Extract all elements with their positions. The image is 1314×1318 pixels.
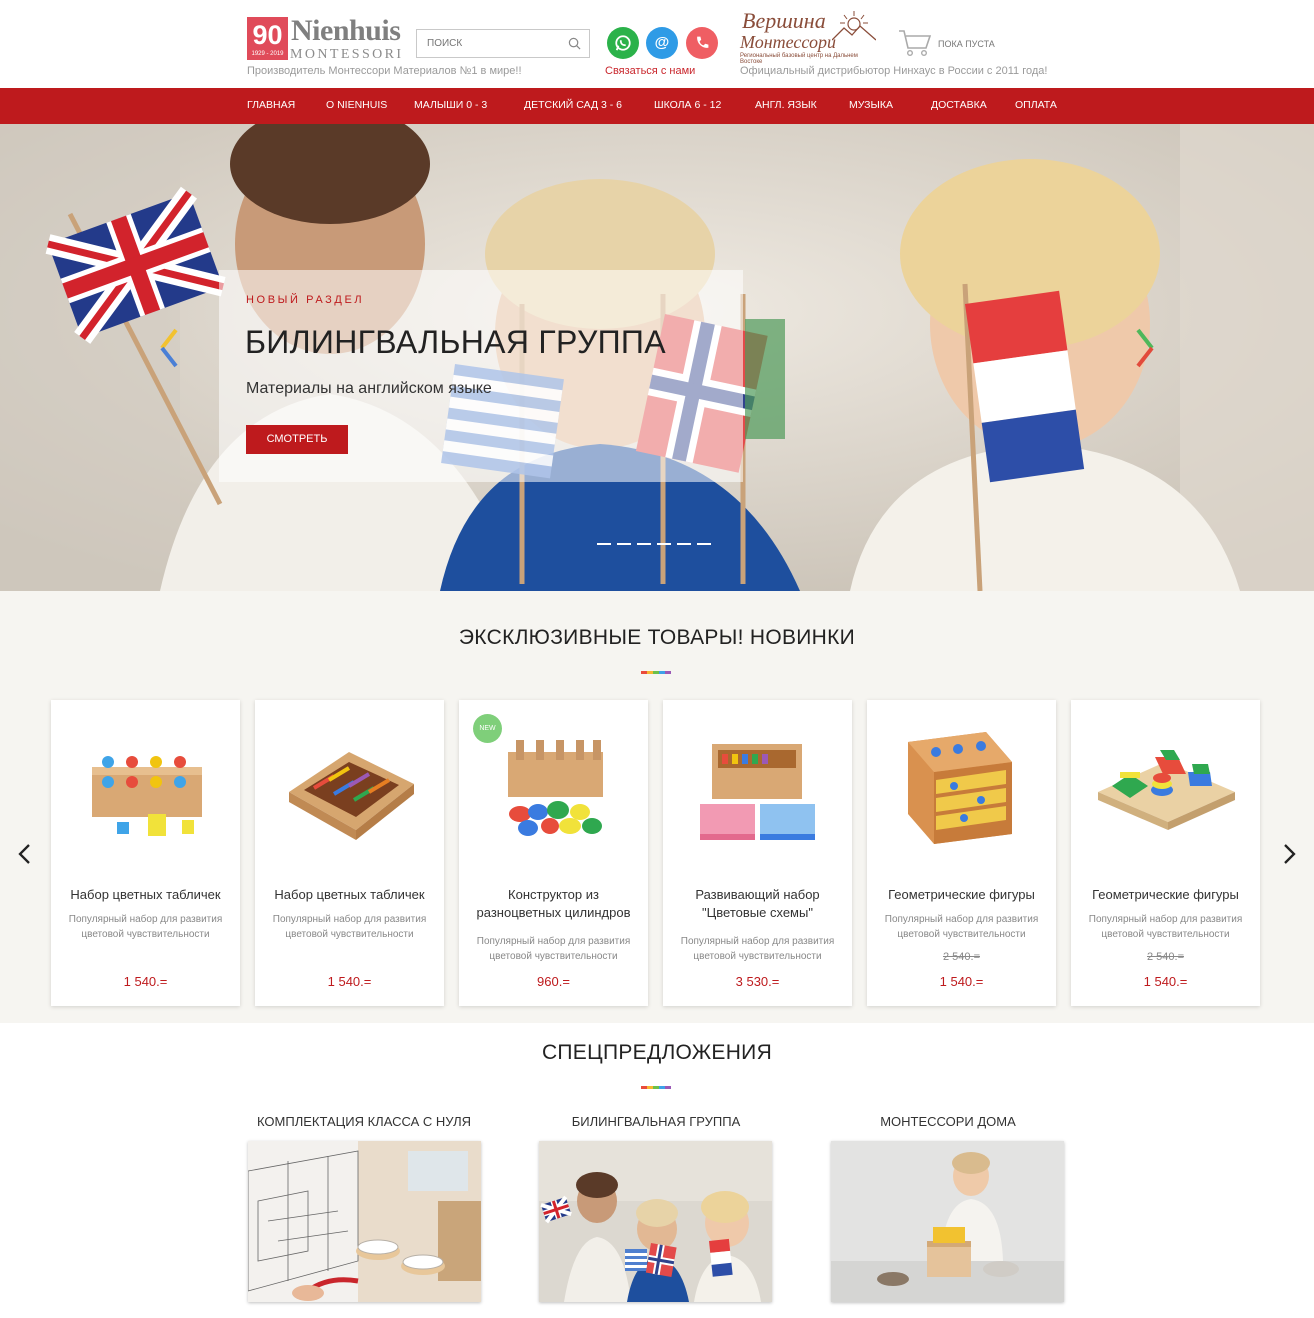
hero-view-button[interactable]: СМОТРЕТЬ xyxy=(246,425,348,454)
product-name[interactable]: Набор цветных табличек xyxy=(261,886,438,904)
partner-logo-line3: Региональный базовый центр на Дальнем Во… xyxy=(740,53,858,65)
classroom-sketch-image xyxy=(248,1141,481,1302)
product-price: 1 540.= xyxy=(1143,974,1188,989)
hero-title: БИЛИНГВАЛЬНАЯ ГРУППА xyxy=(245,324,666,360)
nav-item-english[interactable]: АНГЛ. ЯЗЫК xyxy=(755,88,817,124)
cart-icon[interactable] xyxy=(898,28,932,58)
product-card[interactable]: Набор цветных табличек Популярный набор … xyxy=(51,700,240,1006)
search-input[interactable] xyxy=(417,30,567,57)
title-divider xyxy=(641,671,671,674)
hero-dot[interactable] xyxy=(677,543,691,545)
product-image xyxy=(508,740,603,836)
product-description: Популярный набор для развития цветовой ч… xyxy=(68,914,223,940)
offer-title-classroom[interactable]: КОМПЛЕКТАЦИЯ КЛАССА С НУЛЯ xyxy=(244,1114,484,1129)
product-description: Популярный набор для развития цветовой ч… xyxy=(680,936,835,962)
montessori-home-photo xyxy=(831,1141,1064,1302)
nav-item-school[interactable]: ШКОЛА 6 - 12 xyxy=(654,88,721,124)
hero-slider: НОВЫЙ РАЗДЕЛ БИЛИНГВАЛЬНАЯ ГРУППА Матери… xyxy=(0,124,1314,591)
product-description: Популярный набор для развития цветовой ч… xyxy=(884,914,1039,940)
nav-item-kindergarten[interactable]: ДЕТСКИЙ САД 3 - 6 xyxy=(524,88,622,124)
nav-item-music[interactable]: МУЗЫКА xyxy=(849,88,893,124)
mountain-sun-icon xyxy=(832,11,876,41)
product-card[interactable]: NEW Конструктор из разноцветных цилиндро… xyxy=(459,700,648,1006)
product-image xyxy=(700,744,815,840)
hero-kicker: НОВЫЙ РАЗДЕЛ xyxy=(246,294,365,306)
product-image xyxy=(289,752,414,840)
nav-item-delivery[interactable]: ДОСТАВКА xyxy=(931,88,987,124)
nav-item-about[interactable]: О NIENHUIS xyxy=(326,88,387,124)
title-divider xyxy=(641,1086,671,1089)
product-price: 1 540.= xyxy=(123,974,168,989)
logo-badge: 90 1929 - 2019 xyxy=(247,17,288,60)
site-header: 90 1929 - 2019 Nienhuis MONTESSORI Произ… xyxy=(0,0,1314,88)
product-description: Популярный набор для развития цветовой ч… xyxy=(272,914,427,940)
bilingual-group-photo xyxy=(539,1141,772,1302)
logo-name: Nienhuis xyxy=(291,14,401,47)
vershina-montessori-logo[interactable]: Вершина Монтессори Региональный базовый … xyxy=(740,8,880,65)
hero-prev-arrow-icon[interactable] xyxy=(156,328,182,368)
product-name[interactable]: Набор цветных табличек xyxy=(57,886,234,904)
nienhuis-logo[interactable]: 90 1929 - 2019 Nienhuis MONTESSORI xyxy=(247,14,401,62)
hero-dot[interactable] xyxy=(657,543,671,545)
partner-logo-line1: Вершина xyxy=(742,8,826,33)
product-price: 1 540.= xyxy=(327,974,372,989)
product-old-price: 2 540.= xyxy=(942,951,980,963)
whatsapp-icon xyxy=(615,35,631,51)
hero-subtitle: Материалы на английском языке xyxy=(246,380,492,397)
hero-dot[interactable] xyxy=(697,543,711,545)
hero-dot[interactable] xyxy=(617,543,631,545)
product-old-price: 2 540.= xyxy=(1146,951,1184,963)
cart-status[interactable]: ПОКА ПУСТА xyxy=(938,39,995,49)
product-card[interactable]: Геометрические фигуры Популярный набор д… xyxy=(867,700,1056,1006)
at-icon: @ xyxy=(654,34,670,51)
offers-section-title: СПЕЦПРЕДЛОЖЕНИЯ xyxy=(541,1041,773,1064)
partner-logo-line2: Монтессори xyxy=(740,32,836,52)
nav-item-toddlers[interactable]: МАЛЫШИ 0 - 3 xyxy=(414,88,487,124)
hero-dot[interactable] xyxy=(597,543,611,545)
chevron-left-icon[interactable] xyxy=(16,843,34,865)
search-icon[interactable] xyxy=(568,37,581,50)
product-description: Популярный набор для развития цветовой ч… xyxy=(476,936,631,962)
product-card[interactable]: Развивающий набор "Цветовые схемы" Попул… xyxy=(663,700,852,1006)
product-price: 3 530.= xyxy=(735,974,780,989)
product-price: 960.= xyxy=(537,974,570,989)
hero-next-arrow-icon[interactable] xyxy=(1132,328,1158,368)
tagline: Производитель Монтессори Материалов №1 в… xyxy=(247,65,522,77)
distributor-note: Официальный дистрибьютор Нинхаус в Росси… xyxy=(740,65,1048,77)
offer-image-classroom[interactable] xyxy=(248,1141,481,1302)
logo-badge-years: 1929 - 2019 xyxy=(251,51,284,57)
offer-title-bilingual[interactable]: БИЛИНГВАЛЬНАЯ ГРУППА xyxy=(536,1114,776,1129)
search-box xyxy=(416,29,590,58)
offer-image-home[interactable] xyxy=(831,1141,1064,1302)
products-section-title: ЭКСКЛЮЗИВНЫЕ ТОВАРЫ! НОВИНКИ xyxy=(458,626,856,649)
offer-title-home[interactable]: МОНТЕССОРИ ДОМА xyxy=(828,1114,1068,1129)
product-name[interactable]: Геометрические фигуры xyxy=(1077,886,1254,904)
main-navigation: ГЛАВНАЯ О NIENHUIS МАЛЫШИ 0 - 3 ДЕТСКИЙ … xyxy=(0,88,1314,124)
phone-icon xyxy=(697,36,709,48)
hero-dot[interactable] xyxy=(637,543,651,545)
product-card[interactable]: Геометрические фигуры Популярный набор д… xyxy=(1071,700,1260,1006)
contact-link[interactable]: Связаться с нами xyxy=(605,65,695,77)
product-name[interactable]: Развивающий набор "Цветовые схемы" xyxy=(669,886,846,922)
nav-item-payment[interactable]: ОПЛАТА xyxy=(1015,88,1057,124)
product-image xyxy=(92,756,202,836)
whatsapp-button[interactable] xyxy=(607,27,639,59)
product-image xyxy=(1098,750,1235,830)
product-description: Популярный набор для развития цветовой ч… xyxy=(1088,914,1243,940)
product-name[interactable]: Конструктор из разноцветных цилиндров xyxy=(465,886,642,922)
offer-image-bilingual[interactable] xyxy=(539,1141,772,1302)
product-name[interactable]: Геометрические фигуры xyxy=(873,886,1050,904)
product-price: 1 540.= xyxy=(939,974,984,989)
nav-item-home[interactable]: ГЛАВНАЯ xyxy=(247,88,295,124)
email-button[interactable]: @ xyxy=(646,27,678,59)
product-card[interactable]: Набор цветных табличек Популярный набор … xyxy=(255,700,444,1006)
logo-subtitle: MONTESSORI xyxy=(290,47,404,62)
logo-badge-number: 90 xyxy=(252,20,283,50)
chevron-right-icon[interactable] xyxy=(1280,843,1298,865)
phone-button[interactable] xyxy=(686,27,718,59)
product-image xyxy=(908,732,1012,844)
